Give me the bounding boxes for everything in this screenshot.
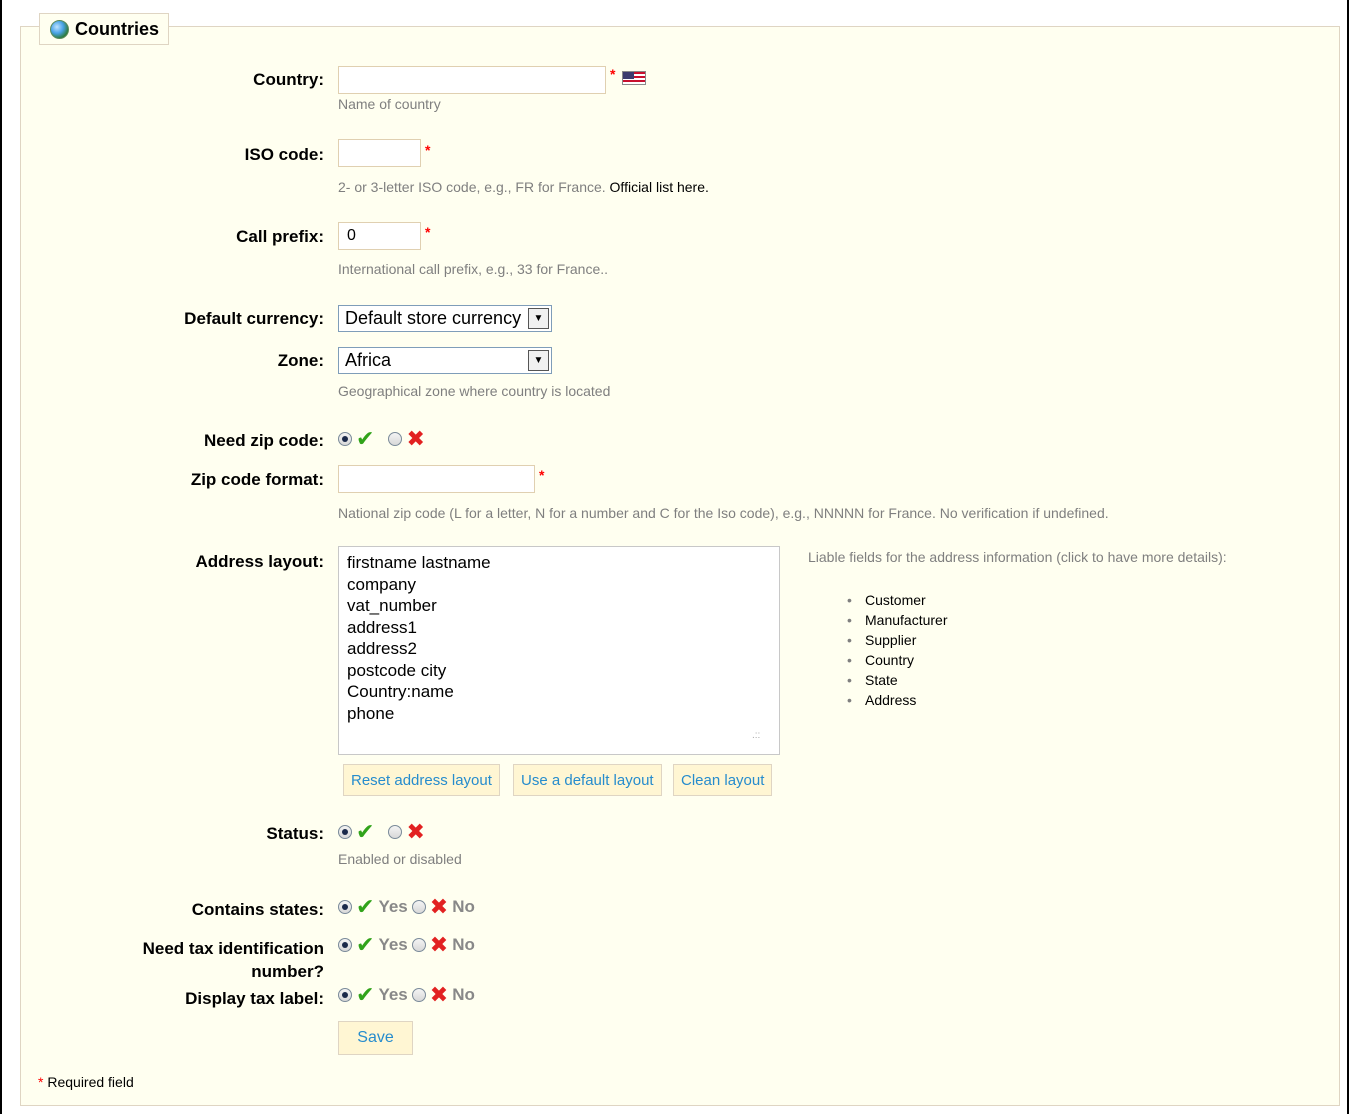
checkmark-icon: ✔ [356,819,375,844]
need-zip-label: Need zip code: [204,431,324,450]
default-currency-label: Default currency: [184,309,324,328]
call-prefix-input[interactable] [338,222,421,250]
status-radio-group: ✔ ✖ [338,819,425,844]
no-label: No [452,935,475,954]
iso-code-hint: 2- or 3-letter ISO code, e.g., FR for Fr… [338,179,709,195]
required-marker: * [539,467,545,483]
contains-states-yes-radio[interactable] [338,900,352,914]
required-field-note: * Required field [38,1074,134,1090]
contains-states-no-radio[interactable] [411,900,426,914]
contains-states-radio-group: ✔ Yes ✖ No [338,894,475,919]
need-zip-radio-group: ✔ ✖ [338,426,425,451]
globe-icon [50,19,69,39]
clean-layout-button[interactable]: Clean layout [673,764,773,796]
status-label: Status: [266,824,324,843]
yes-label: Yes [378,897,408,916]
liable-fields-panel: Liable fields for the address informatio… [808,549,1227,710]
status-hint: Enabled or disabled [338,851,462,867]
required-marker: * [425,224,431,240]
display-tax-label-label: Display tax label: [185,989,324,1008]
yes-label: Yes [378,985,408,1004]
call-prefix-label: Call prefix: [236,227,324,246]
liable-field-manufacturer[interactable]: Manufacturer [847,610,1227,630]
display-tax-label-radio-group: ✔ Yes ✖ No [338,982,475,1007]
address-layout-label: Address layout: [195,552,324,571]
no-label: No [452,897,475,916]
required-star: * [38,1074,44,1090]
status-enabled-radio[interactable] [338,825,352,839]
liable-fields-list: Customer Manufacturer Supplier Country S… [808,590,1227,710]
window-border-left [0,0,2,1114]
zone-label: Zone: [277,351,324,370]
need-tax-id-radio-group: ✔ Yes ✖ No [338,932,475,957]
zone-select[interactable]: Africa ▼ [338,347,552,374]
checkmark-icon: ✔ [356,426,375,451]
reset-address-layout-button[interactable]: Reset address layout [343,764,500,796]
cross-icon: ✖ [429,894,449,919]
cross-icon: ✖ [406,819,425,844]
display-tax-label-no-radio[interactable] [411,988,426,1002]
required-marker: * [610,66,616,82]
checkmark-icon: ✔ [356,894,375,919]
zone-hint: Geographical zone where country is locat… [338,383,611,399]
legend-title: Countries [75,18,160,39]
country-hint: Name of country [338,96,441,112]
need-tax-id-yes-radio[interactable] [338,938,352,952]
need-tax-id-no-radio[interactable] [411,938,426,952]
liable-field-customer[interactable]: Customer [847,590,1227,610]
resize-handle-icon[interactable]: .:: [752,730,770,748]
liable-field-address[interactable]: Address [847,690,1227,710]
cross-icon: ✖ [429,982,449,1007]
cross-icon: ✖ [429,932,449,957]
iso-code-input[interactable] [338,139,421,167]
no-label: No [452,985,475,1004]
default-currency-select[interactable]: Default store currency ▼ [338,305,552,332]
need-tax-id-label: Need tax identification number? [142,939,324,981]
cross-icon: ✖ [406,426,425,451]
iso-code-hint-text: 2- or 3-letter ISO code, e.g., FR for Fr… [338,179,606,195]
status-disabled-radio[interactable] [388,825,403,839]
call-prefix-hint: International call prefix, e.g., 33 for … [338,261,609,277]
country-label: Country: [253,70,324,89]
checkmark-icon: ✔ [356,932,375,957]
liable-field-supplier[interactable]: Supplier [847,630,1227,650]
zip-format-hint: National zip code (L for a letter, N for… [338,505,1109,521]
zip-format-input[interactable] [338,465,535,493]
display-tax-label-yes-radio[interactable] [338,988,352,1002]
zone-value: Africa [345,350,392,370]
fieldset-legend: Countries [39,13,170,45]
chevron-down-icon[interactable]: ▼ [528,350,549,371]
zip-format-label: Zip code format: [190,470,324,489]
required-marker: * [425,142,431,158]
chevron-down-icon[interactable]: ▼ [528,308,549,329]
official-list-link[interactable]: Official list here. [610,179,709,195]
us-flag-icon[interactable] [622,71,646,85]
checkmark-icon: ✔ [356,982,375,1007]
default-currency-value: Default store currency [345,308,522,328]
liable-fields-title: Liable fields for the address informatio… [808,549,1227,565]
liable-field-country[interactable]: Country [847,650,1227,670]
yes-label: Yes [378,935,408,954]
need-zip-no-radio[interactable] [388,432,403,446]
country-input[interactable] [338,66,606,94]
save-button[interactable]: Save [338,1021,413,1055]
required-field-text: Required field [47,1074,134,1090]
iso-code-label: ISO code: [244,145,324,164]
need-zip-yes-radio[interactable] [338,432,352,446]
contains-states-label: Contains states: [191,900,324,919]
liable-field-state[interactable]: State [847,670,1227,690]
address-layout-textarea[interactable] [338,546,780,755]
use-default-layout-button[interactable]: Use a default layout [513,764,662,796]
